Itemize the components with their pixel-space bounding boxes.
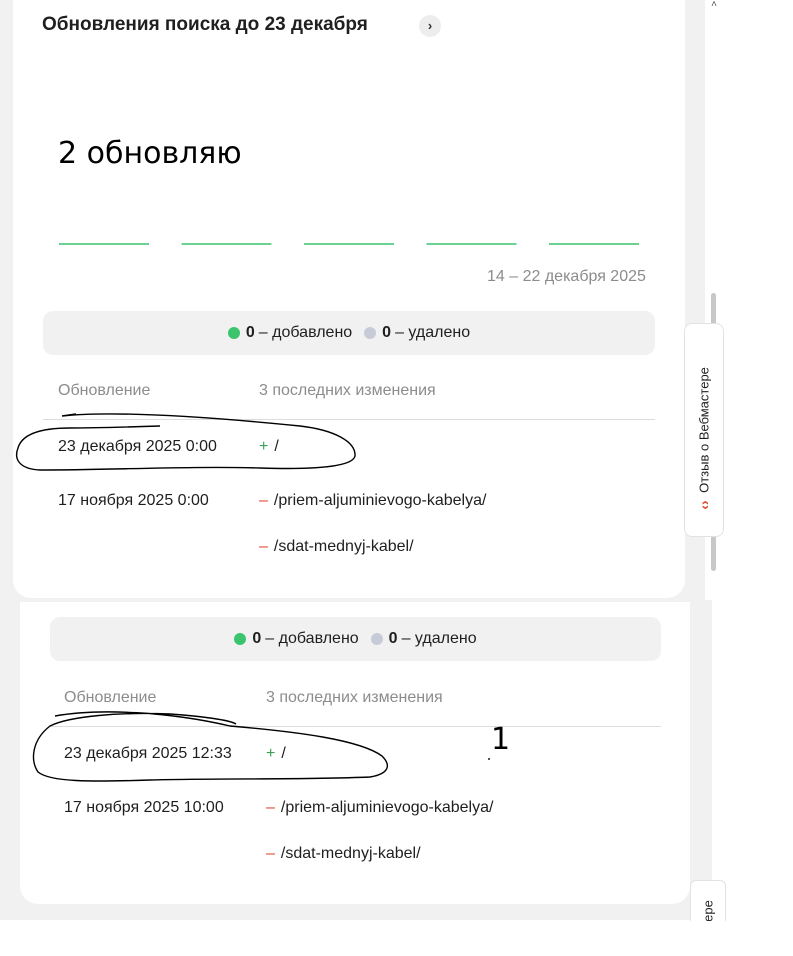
hand-drawn-circle-top — [15, 413, 356, 471]
scroll-up-icon[interactable]: ˄ — [706, 0, 722, 10]
hand-drawn-circle-bottom — [32, 711, 389, 782]
feedback-tab-partial[interactable]: ере — [690, 880, 726, 921]
feedback-tab[interactable]: Отзыв о Вебмастере ‹› — [684, 323, 724, 537]
wrench-code-icon: ‹› — [696, 500, 712, 510]
hand-drawn-annotations — [15, 413, 389, 782]
feedback-label-partial: ере — [700, 900, 716, 921]
feedback-label: Отзыв о Вебмастере — [696, 367, 712, 493]
